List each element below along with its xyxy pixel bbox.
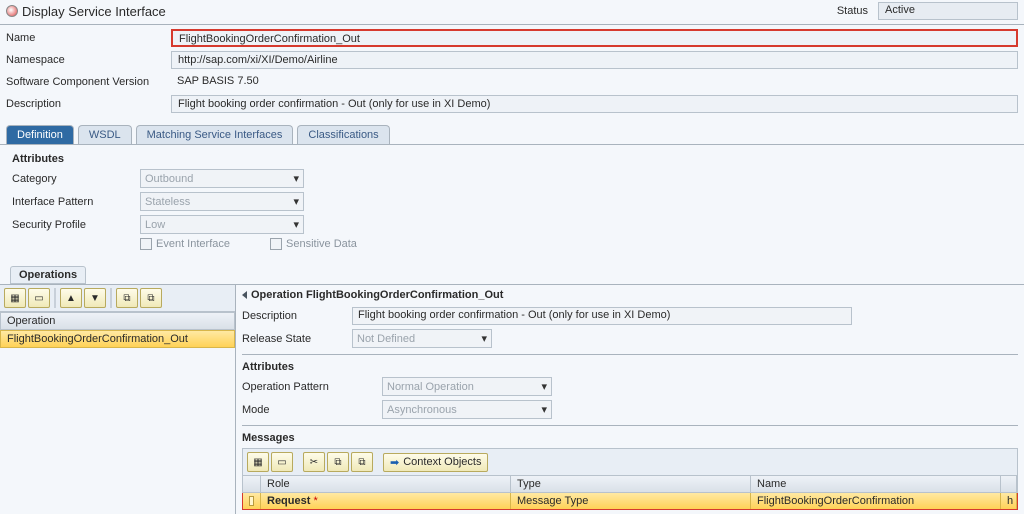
operation-detail-title: Operation FlightBookingOrderConfirmation… [251,289,503,301]
move-up-button[interactable]: ▲ [60,288,82,308]
category-select[interactable]: Outbound▾ [140,169,304,188]
col-name[interactable]: Name [751,476,1001,492]
op-pattern-select[interactable]: Normal Operation▾ [382,377,552,396]
tab-classifications[interactable]: Classifications [297,125,389,144]
msg-delete-button[interactable]: ▭ [271,452,293,472]
pattern-select[interactable]: Stateless▾ [140,192,304,211]
op-desc-label: Description [242,310,352,322]
scv-value: SAP BASIS 7.50 [171,73,1018,91]
row-overflow: h [1001,493,1017,509]
category-label: Category [12,173,140,185]
row-handle[interactable] [243,493,261,509]
operations-toolbar: ▦ ▭ ▲ ▼ ⧉ ⧉ [0,285,235,312]
row-role: Request [267,495,310,507]
app-icon [6,5,18,17]
release-state-select[interactable]: Not Defined▾ [352,329,492,348]
context-objects-button[interactable]: ➡Context Objects [383,453,488,472]
pattern-label: Interface Pattern [12,196,140,208]
arrow-right-icon: ➡ [390,456,399,469]
status-value: Active [878,2,1018,20]
required-star-icon: * [313,495,317,507]
msg-cut-button[interactable]: ✂ [303,452,325,472]
description-field[interactable]: Flight booking order confirmation - Out … [171,95,1018,113]
mode-label: Mode [242,404,382,416]
sensitive-data-checkbox[interactable]: Sensitive Data [270,238,357,250]
op-pattern-label: Operation Pattern [242,381,382,393]
operation-column-header: Operation [0,312,235,330]
op-desc-field[interactable]: Flight booking order confirmation - Out … [352,307,852,325]
profile-label: Security Profile [12,219,140,231]
tab-definition[interactable]: Definition [6,125,74,144]
add-row-button[interactable]: ▦ [4,288,26,308]
chevron-down-icon: ▾ [293,218,299,231]
col-type[interactable]: Type [511,476,751,492]
tab-wsdl[interactable]: WSDL [78,125,132,144]
attributes-title: Attributes [12,153,1012,165]
profile-select[interactable]: Low▾ [140,215,304,234]
messages-title: Messages [242,432,1018,444]
description-label: Description [6,98,171,110]
col-role[interactable]: Role [261,476,511,492]
msg-copy-button[interactable]: ⧉ [327,452,349,472]
status-label: Status [837,5,868,17]
collapse-icon[interactable] [242,291,247,299]
row-name: FlightBookingOrderConfirmation [751,493,1001,509]
msg-paste-button[interactable]: ⧉ [351,452,373,472]
paste-op-button[interactable]: ⧉ [140,288,162,308]
tab-matching[interactable]: Matching Service Interfaces [136,125,294,144]
chevron-down-icon: ▾ [541,380,547,393]
namespace-label: Namespace [6,54,171,66]
operations-title: Operations [10,266,86,284]
move-down-button[interactable]: ▼ [84,288,106,308]
scv-label: Software Component Version [6,76,171,88]
chevron-down-icon: ▾ [293,172,299,185]
chevron-down-icon: ▾ [293,195,299,208]
copy-op-button[interactable]: ⧉ [116,288,138,308]
name-field[interactable]: FlightBookingOrderConfirmation_Out [171,29,1018,47]
operation-row[interactable]: FlightBookingOrderConfirmation_Out [0,330,235,348]
page-title: Display Service Interface [22,4,166,19]
mode-select[interactable]: Asynchronous▾ [382,400,552,419]
name-label: Name [6,32,171,44]
messages-header-row: Role Type Name [242,476,1018,493]
messages-row[interactable]: Request * Message Type FlightBookingOrde… [242,493,1018,510]
row-type: Message Type [511,493,751,509]
msg-add-button[interactable]: ▦ [247,452,269,472]
delete-row-button[interactable]: ▭ [28,288,50,308]
chevron-down-icon: ▾ [541,403,547,416]
event-interface-checkbox[interactable]: Event Interface [140,238,230,250]
namespace-field[interactable]: http://sap.com/xi/XI/Demo/Airline [171,51,1018,69]
op-attributes-title: Attributes [242,361,1018,373]
chevron-down-icon: ▾ [481,332,487,345]
release-state-label: Release State [242,333,352,345]
